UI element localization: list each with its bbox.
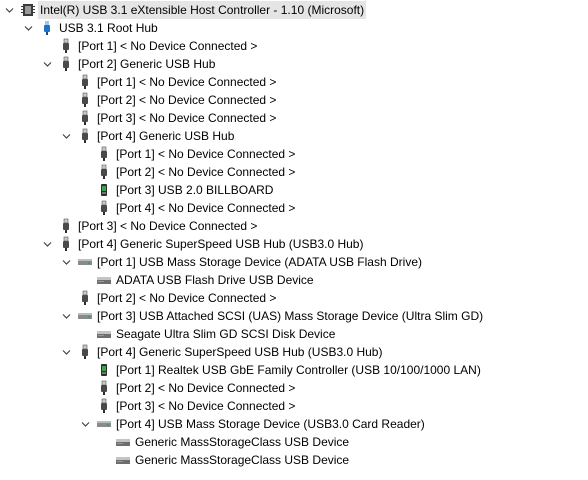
usb-device-icon	[97, 361, 111, 379]
tree-node-label: [Port 1] USB Mass Storage Device (ADATA …	[97, 255, 422, 269]
tree-node[interactable]: [Port 2] Generic USB Hub	[0, 55, 588, 73]
tree-node[interactable]: [Port 3] < No Device Connected >	[0, 397, 588, 415]
tree-node[interactable]: [Port 2] < No Device Connected >	[0, 379, 588, 397]
tree-node[interactable]: [Port 3] USB Attached SCSI (UAS) Mass St…	[0, 307, 588, 325]
tree-node[interactable]: [Port 2] < No Device Connected >	[0, 289, 588, 307]
tree-node-label: [Port 2] < No Device Connected >	[97, 93, 277, 107]
usb-port-icon	[59, 55, 73, 73]
chevron-down-icon[interactable]	[60, 253, 72, 271]
tree-node[interactable]: [Port 4] < No Device Connected >	[0, 199, 588, 217]
tree-node-label: [Port 3] USB Attached SCSI (UAS) Mass St…	[97, 309, 484, 323]
tree-node[interactable]: [Port 4] USB Mass Storage Device (USB3.0…	[0, 415, 588, 433]
tree-node-label: ADATA USB Flash Drive USB Device	[116, 273, 314, 287]
tree-node-label: [Port 3] < No Device Connected >	[97, 111, 277, 125]
disk-drive-icon	[116, 433, 130, 451]
tree-node-label: [Port 3] < No Device Connected >	[78, 219, 258, 233]
tree-node[interactable]: [Port 1] < No Device Connected >	[0, 145, 588, 163]
tree-node-label: [Port 2] < No Device Connected >	[97, 291, 277, 305]
tree-node-label: [Port 1] Realtek USB GbE Family Controll…	[116, 363, 481, 377]
usb-port-icon	[78, 73, 92, 91]
drive-icon	[78, 253, 92, 271]
tree-node[interactable]: [Port 4] Generic SuperSpeed USB Hub (USB…	[0, 343, 588, 361]
tree-node[interactable]: [Port 4] Generic SuperSpeed USB Hub (USB…	[0, 235, 588, 253]
usb-port-icon	[78, 91, 92, 109]
tree-node-label: Intel(R) USB 3.1 eXtensible Host Control…	[38, 1, 367, 19]
tree-node[interactable]: [Port 1] < No Device Connected >	[0, 37, 588, 55]
usb-port-icon	[97, 163, 111, 181]
tree-node-label: [Port 1] < No Device Connected >	[78, 39, 258, 53]
tree-node[interactable]: [Port 2] < No Device Connected >	[0, 163, 588, 181]
tree-node[interactable]: Seagate Ultra Slim GD SCSI Disk Device	[0, 325, 588, 343]
tree-node-label: [Port 1] < No Device Connected >	[97, 75, 277, 89]
tree-node-label: [Port 4] < No Device Connected >	[116, 201, 296, 215]
disk-drive-icon	[97, 271, 111, 289]
chevron-down-icon[interactable]	[41, 235, 53, 253]
tree-node[interactable]: USB 3.1 Root Hub	[0, 19, 588, 37]
tree-node-label: Seagate Ultra Slim GD SCSI Disk Device	[116, 327, 336, 341]
chevron-down-icon[interactable]	[60, 343, 72, 361]
usb-port-icon	[97, 145, 111, 163]
usb-port-icon	[78, 127, 92, 145]
tree-node[interactable]: Generic MassStorageClass USB Device	[0, 433, 588, 451]
usb-device-icon	[97, 181, 111, 199]
tree-node-label: Generic MassStorageClass USB Device	[135, 453, 350, 467]
tree-node-label: [Port 3] USB 2.0 BILLBOARD	[116, 183, 274, 197]
tree-node[interactable]: [Port 3] USB 2.0 BILLBOARD	[0, 181, 588, 199]
tree-node[interactable]: [Port 4] Generic USB Hub	[0, 127, 588, 145]
chevron-down-icon[interactable]	[60, 307, 72, 325]
tree-node-label: [Port 4] Generic SuperSpeed USB Hub (USB…	[78, 237, 364, 251]
tree-node-label: [Port 2] < No Device Connected >	[116, 165, 296, 179]
chevron-down-icon[interactable]	[60, 127, 72, 145]
usb-port-icon	[78, 289, 92, 307]
usb-port-icon	[97, 199, 111, 217]
tree-node[interactable]: [Port 2] < No Device Connected >	[0, 91, 588, 109]
usb-port-icon	[59, 235, 73, 253]
tree-node-label: USB 3.1 Root Hub	[59, 21, 158, 35]
tree-node[interactable]: Intel(R) USB 3.1 eXtensible Host Control…	[0, 1, 588, 19]
chevron-down-icon[interactable]	[79, 415, 91, 433]
tree-node-label: [Port 1] < No Device Connected >	[116, 147, 296, 161]
usb-device-tree[interactable]: Intel(R) USB 3.1 eXtensible Host Control…	[0, 0, 588, 480]
chevron-down-icon[interactable]	[22, 19, 34, 37]
disk-drive-icon	[97, 325, 111, 343]
tree-node-label: [Port 4] Generic SuperSpeed USB Hub (USB…	[97, 345, 383, 359]
tree-node[interactable]: [Port 1] Realtek USB GbE Family Controll…	[0, 361, 588, 379]
usb-port-icon	[59, 37, 73, 55]
tree-node[interactable]: ADATA USB Flash Drive USB Device	[0, 271, 588, 289]
tree-node-label: [Port 2] Generic USB Hub	[78, 57, 216, 71]
tree-node[interactable]: [Port 1] < No Device Connected >	[0, 73, 588, 91]
tree-node[interactable]: [Port 1] USB Mass Storage Device (ADATA …	[0, 253, 588, 271]
usb-port-icon	[78, 343, 92, 361]
tree-node[interactable]: Generic MassStorageClass USB Device	[0, 451, 588, 469]
tree-node-label: [Port 2] < No Device Connected >	[116, 381, 296, 395]
host-controller-icon	[21, 1, 35, 19]
drive-icon	[97, 415, 111, 433]
drive-icon	[78, 307, 92, 325]
tree-node-label: [Port 4] USB Mass Storage Device (USB3.0…	[116, 417, 425, 431]
usb-root-hub-icon	[40, 19, 54, 37]
disk-drive-icon	[116, 451, 130, 469]
tree-node-label: [Port 4] Generic USB Hub	[97, 129, 235, 143]
chevron-down-icon[interactable]	[41, 55, 53, 73]
tree-node[interactable]: [Port 3] < No Device Connected >	[0, 109, 588, 127]
usb-port-icon	[97, 397, 111, 415]
chevron-down-icon[interactable]	[3, 1, 15, 19]
tree-node[interactable]: [Port 3] < No Device Connected >	[0, 217, 588, 235]
usb-port-icon	[97, 379, 111, 397]
usb-port-icon	[59, 217, 73, 235]
tree-node-label: Generic MassStorageClass USB Device	[135, 435, 350, 449]
usb-port-icon	[78, 109, 92, 127]
tree-node-label: [Port 3] < No Device Connected >	[116, 399, 296, 413]
